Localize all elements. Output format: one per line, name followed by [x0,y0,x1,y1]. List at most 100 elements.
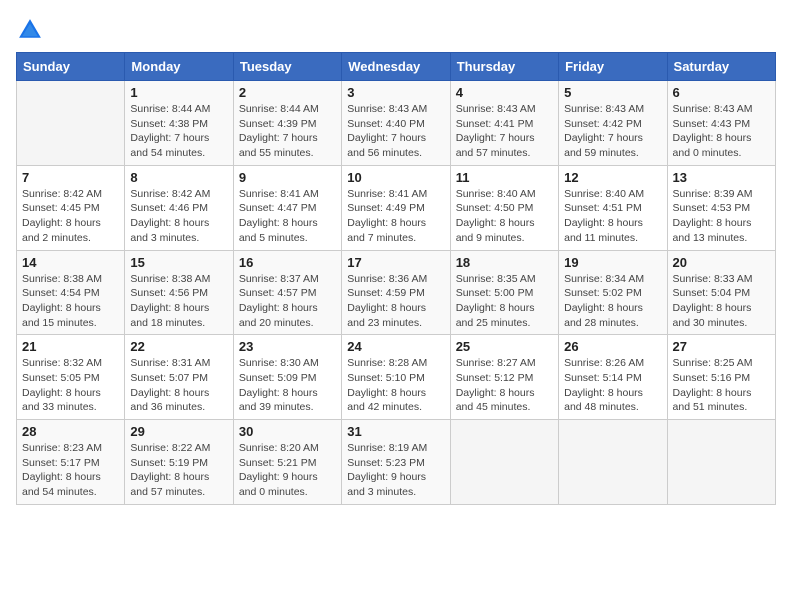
day-number: 31 [347,424,444,439]
calendar-cell: 31 Sunrise: 8:19 AM Sunset: 5:23 PM Dayli… [342,420,450,505]
day-number: 21 [22,339,119,354]
day-info: Sunrise: 8:40 AM Sunset: 4:51 PM Dayligh… [564,187,661,246]
calendar-cell: 5Sunrise: 8:43 AM Sunset: 4:42 PM Daylig… [559,81,667,166]
calendar-cell: 28Sunrise: 8:23 AM Sunset: 5:17 PM Dayli… [17,420,125,505]
day-info: Sunrise: 8:44 AM Sunset: 4:39 PM Dayligh… [239,102,336,161]
calendar-cell: 17Sunrise: 8:36 AM Sunset: 4:59 PM Dayli… [342,250,450,335]
calendar-cell [17,81,125,166]
day-number: 16 [239,255,336,270]
calendar-cell: 3Sunrise: 8:43 AM Sunset: 4:40 PM Daylig… [342,81,450,166]
calendar-cell: 2 Sunrise: 8:44 AM Sunset: 4:39 PM Daylig… [233,81,341,166]
calendar-cell: 23 Sunrise: 8:30 AM Sunset: 5:09 PM Dayli… [233,335,341,420]
day-info: Sunrise: 8:39 AM Sunset: 4:53 PM Dayligh… [673,187,770,246]
calendar-week-row: 28Sunrise: 8:23 AM Sunset: 5:17 PM Dayli… [17,420,776,505]
day-number: 15 [130,255,227,270]
calendar-cell: 24Sunrise: 8:28 AM Sunset: 5:10 PM Dayli… [342,335,450,420]
day-info: Sunrise: 8:43 AM Sunset: 4:40 PM Dayligh… [347,102,444,161]
day-number: 23 [239,339,336,354]
day-number: 27 [673,339,770,354]
calendar-cell: 27 Sunrise: 8:25 AM Sunset: 5:16 PM Dayli… [667,335,775,420]
calendar-table: SundayMondayTuesdayWednesdayThursdayFrid… [16,52,776,505]
calendar-cell: 8Sunrise: 8:42 AM Sunset: 4:46 PM Daylig… [125,165,233,250]
day-number: 13 [673,170,770,185]
day-info: Sunrise: 8:26 AM Sunset: 5:14 PM Dayligh… [564,356,661,415]
day-number: 17 [347,255,444,270]
calendar-cell [450,420,558,505]
calendar-week-row: 14 Sunrise: 8:38 AM Sunset: 4:54 PM Dayli… [17,250,776,335]
day-number: 14 [22,255,119,270]
calendar-cell: 29 Sunrise: 8:22 AM Sunset: 5:19 PM Dayli… [125,420,233,505]
day-of-week-header: Thursday [450,53,558,81]
day-number: 9 [239,170,336,185]
day-info: Sunrise: 8:37 AM Sunset: 4:57 PM Dayligh… [239,272,336,331]
day-of-week-header: Tuesday [233,53,341,81]
day-info: Sunrise: 8:22 AM Sunset: 5:19 PM Dayligh… [130,441,227,500]
calendar-cell: 25Sunrise: 8:27 AM Sunset: 5:12 PM Dayli… [450,335,558,420]
day-number: 20 [673,255,770,270]
day-info: Sunrise: 8:38 AM Sunset: 4:54 PM Dayligh… [22,272,119,331]
day-info: Sunrise: 8:41 AM Sunset: 4:49 PM Dayligh… [347,187,444,246]
calendar-header: SundayMondayTuesdayWednesdayThursdayFrid… [17,53,776,81]
day-info: Sunrise: 8:42 AM Sunset: 4:45 PM Dayligh… [22,187,119,246]
day-of-week-header: Sunday [17,53,125,81]
day-number: 12 [564,170,661,185]
day-number: 18 [456,255,553,270]
logo-icon [16,16,44,44]
day-info: Sunrise: 8:20 AM Sunset: 5:21 PM Dayligh… [239,441,336,500]
calendar-body: 1 Sunrise: 8:44 AM Sunset: 4:38 PM Daylig… [17,81,776,505]
calendar-week-row: 21 Sunrise: 8:32 AM Sunset: 5:05 PM Dayli… [17,335,776,420]
day-info: Sunrise: 8:25 AM Sunset: 5:16 PM Dayligh… [673,356,770,415]
calendar-cell: 16 Sunrise: 8:37 AM Sunset: 4:57 PM Dayli… [233,250,341,335]
calendar-cell: 9 Sunrise: 8:41 AM Sunset: 4:47 PM Daylig… [233,165,341,250]
calendar-cell: 15 Sunrise: 8:38 AM Sunset: 4:56 PM Dayli… [125,250,233,335]
day-number: 4 [456,85,553,100]
day-info: Sunrise: 8:43 AM Sunset: 4:43 PM Dayligh… [673,102,770,161]
day-of-week-header: Wednesday [342,53,450,81]
calendar-cell: 30 Sunrise: 8:20 AM Sunset: 5:21 PM Dayli… [233,420,341,505]
calendar-cell [559,420,667,505]
day-number: 25 [456,339,553,354]
calendar-cell: 18 Sunrise: 8:35 AM Sunset: 5:00 PM Dayli… [450,250,558,335]
day-info: Sunrise: 8:33 AM Sunset: 5:04 PM Dayligh… [673,272,770,331]
calendar-cell: 7 Sunrise: 8:42 AM Sunset: 4:45 PM Daylig… [17,165,125,250]
day-number: 10 [347,170,444,185]
day-number: 29 [130,424,227,439]
calendar-cell: 14 Sunrise: 8:38 AM Sunset: 4:54 PM Dayli… [17,250,125,335]
logo [16,16,48,44]
day-info: Sunrise: 8:44 AM Sunset: 4:38 PM Dayligh… [130,102,227,161]
day-number: 5 [564,85,661,100]
day-info: Sunrise: 8:43 AM Sunset: 4:41 PM Dayligh… [456,102,553,161]
calendar-cell [667,420,775,505]
day-info: Sunrise: 8:30 AM Sunset: 5:09 PM Dayligh… [239,356,336,415]
day-of-week-header: Friday [559,53,667,81]
day-number: 2 [239,85,336,100]
day-number: 11 [456,170,553,185]
calendar-cell: 12 Sunrise: 8:40 AM Sunset: 4:51 PM Dayli… [559,165,667,250]
calendar-week-row: 7 Sunrise: 8:42 AM Sunset: 4:45 PM Daylig… [17,165,776,250]
day-info: Sunrise: 8:31 AM Sunset: 5:07 PM Dayligh… [130,356,227,415]
day-info: Sunrise: 8:40 AM Sunset: 4:50 PM Dayligh… [456,187,553,246]
day-info: Sunrise: 8:23 AM Sunset: 5:17 PM Dayligh… [22,441,119,500]
calendar-cell: 10 Sunrise: 8:41 AM Sunset: 4:49 PM Dayli… [342,165,450,250]
day-info: Sunrise: 8:35 AM Sunset: 5:00 PM Dayligh… [456,272,553,331]
day-number: 30 [239,424,336,439]
day-number: 7 [22,170,119,185]
day-info: Sunrise: 8:19 AM Sunset: 5:23 PM Dayligh… [347,441,444,500]
calendar-cell: 11 Sunrise: 8:40 AM Sunset: 4:50 PM Dayli… [450,165,558,250]
day-info: Sunrise: 8:34 AM Sunset: 5:02 PM Dayligh… [564,272,661,331]
calendar-cell: 21 Sunrise: 8:32 AM Sunset: 5:05 PM Dayli… [17,335,125,420]
day-info: Sunrise: 8:41 AM Sunset: 4:47 PM Dayligh… [239,187,336,246]
day-number: 19 [564,255,661,270]
day-info: Sunrise: 8:32 AM Sunset: 5:05 PM Dayligh… [22,356,119,415]
calendar-cell: 4 Sunrise: 8:43 AM Sunset: 4:41 PM Daylig… [450,81,558,166]
day-info: Sunrise: 8:38 AM Sunset: 4:56 PM Dayligh… [130,272,227,331]
calendar-cell: 19 Sunrise: 8:34 AM Sunset: 5:02 PM Dayli… [559,250,667,335]
day-info: Sunrise: 8:42 AM Sunset: 4:46 PM Dayligh… [130,187,227,246]
day-number: 1 [130,85,227,100]
calendar-cell: 6Sunrise: 8:43 AM Sunset: 4:43 PM Daylig… [667,81,775,166]
day-number: 26 [564,339,661,354]
calendar-cell: 22Sunrise: 8:31 AM Sunset: 5:07 PM Dayli… [125,335,233,420]
page-header [16,16,776,44]
calendar-cell: 20 Sunrise: 8:33 AM Sunset: 5:04 PM Dayli… [667,250,775,335]
calendar-cell: 13 Sunrise: 8:39 AM Sunset: 4:53 PM Dayli… [667,165,775,250]
